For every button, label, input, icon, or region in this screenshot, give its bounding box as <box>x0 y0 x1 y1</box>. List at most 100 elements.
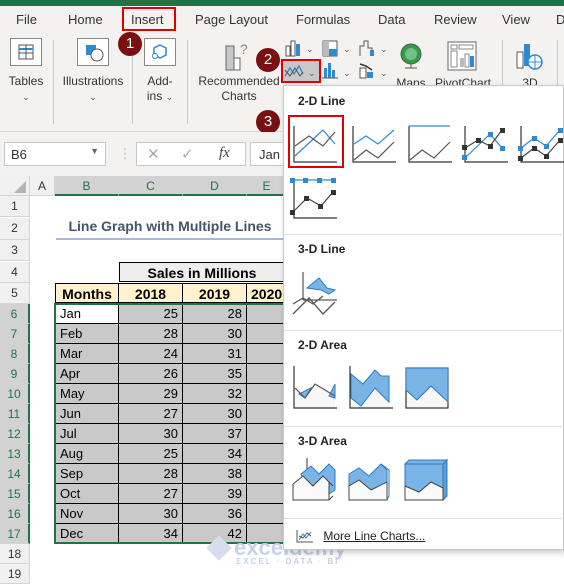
value-cell[interactable]: 38 <box>183 464 247 484</box>
header-2018[interactable]: 2018 <box>119 283 183 303</box>
month-cell[interactable]: Oct <box>55 484 119 504</box>
tab-file[interactable]: File <box>16 12 37 27</box>
value-cell[interactable] <box>247 324 285 344</box>
row-header-1[interactable]: 1 <box>0 196 30 217</box>
row-header-16[interactable]: 16 <box>0 504 30 524</box>
header-months[interactable]: Months <box>55 283 119 303</box>
area-option[interactable] <box>289 362 339 412</box>
tab-view[interactable]: View <box>502 12 530 27</box>
value-cell[interactable] <box>247 344 285 364</box>
value-cell[interactable] <box>247 304 285 324</box>
tab-data[interactable]: Data <box>378 12 405 27</box>
value-cell[interactable] <box>247 464 285 484</box>
month-cell[interactable]: Jul <box>55 424 119 444</box>
value-cell[interactable]: 28 <box>183 304 247 324</box>
recommended-charts-button[interactable]: Recommended Charts <box>196 74 282 104</box>
value-cell[interactable]: 28 <box>119 464 183 484</box>
column-header-d[interactable]: D <box>183 176 247 196</box>
100-stacked-area-option[interactable] <box>401 362 451 412</box>
month-cell[interactable]: Apr <box>55 364 119 384</box>
column-header-b[interactable]: B <box>55 176 119 196</box>
value-cell[interactable]: 25 <box>119 304 183 324</box>
more-line-charts-link[interactable]: More Line Charts... <box>296 528 425 543</box>
value-cell[interactable]: 28 <box>119 324 183 344</box>
value-cell[interactable]: 30 <box>119 424 183 444</box>
tab-formulas[interactable]: Formulas <box>296 12 350 27</box>
header-2020[interactable]: 2020 <box>247 283 285 303</box>
value-cell[interactable]: 25 <box>119 444 183 464</box>
month-cell[interactable]: Mar <box>55 344 119 364</box>
row-header-13[interactable]: 13 <box>0 444 30 464</box>
illustrations-button[interactable]: Illustrations ⌄ <box>58 74 128 105</box>
hierarchy-chart-button[interactable]: ⌄ <box>321 38 355 58</box>
value-cell[interactable] <box>247 384 285 404</box>
row-header-12[interactable]: 12 <box>0 424 30 444</box>
row-header-8[interactable]: 8 <box>0 344 30 364</box>
value-cell[interactable]: 31 <box>183 344 247 364</box>
value-cell[interactable] <box>247 404 285 424</box>
tab-developer[interactable]: D <box>556 12 564 27</box>
tab-page-layout[interactable]: Page Layout <box>195 12 268 27</box>
value-cell[interactable]: 24 <box>119 344 183 364</box>
row-header-19[interactable]: 19 <box>0 564 30 584</box>
value-cell[interactable]: 34 <box>119 524 183 544</box>
tables-button[interactable]: Tables ⌄ <box>4 74 48 105</box>
row-header-11[interactable]: 11 <box>0 404 30 424</box>
value-cell[interactable]: 29 <box>119 384 183 404</box>
select-all[interactable] <box>0 176 30 196</box>
month-cell[interactable]: Sep <box>55 464 119 484</box>
row-header-9[interactable]: 9 <box>0 364 30 384</box>
month-cell[interactable]: Jan <box>55 304 119 324</box>
waterfall-chart-button[interactable]: ⌄ <box>358 38 392 58</box>
row-header-15[interactable]: 15 <box>0 484 30 504</box>
month-cell[interactable]: Jun <box>55 404 119 424</box>
3d-area-option[interactable] <box>289 456 339 506</box>
row-header-4[interactable]: 4 <box>0 262 30 283</box>
row-header-18[interactable]: 18 <box>0 544 30 564</box>
row-header-14[interactable]: 14 <box>0 464 30 484</box>
addins-button[interactable]: Add-ins ⌄ <box>140 74 180 105</box>
value-cell[interactable]: 30 <box>119 504 183 524</box>
value-cell[interactable]: 27 <box>119 484 183 504</box>
stacked-line-markers-option[interactable] <box>516 118 564 168</box>
month-cell[interactable]: May <box>55 384 119 404</box>
100-stacked-line-markers-option[interactable] <box>289 174 339 224</box>
value-cell[interactable]: 36 <box>183 504 247 524</box>
line-with-markers-option[interactable] <box>460 118 510 168</box>
value-cell[interactable] <box>247 484 285 504</box>
enter-icon[interactable]: ✓ <box>181 145 194 163</box>
value-cell[interactable] <box>247 504 285 524</box>
header-2019[interactable]: 2019 <box>183 283 247 303</box>
value-cell[interactable] <box>247 424 285 444</box>
3d-line-option[interactable] <box>289 266 339 316</box>
stacked-area-option[interactable] <box>345 362 395 412</box>
row-header-5[interactable]: 5 <box>0 283 30 304</box>
tab-home[interactable]: Home <box>68 12 103 27</box>
row-header-10[interactable]: 10 <box>0 384 30 404</box>
3d-stacked-area-option[interactable] <box>345 456 395 506</box>
column-header-a[interactable]: A <box>30 176 55 196</box>
row-header-6[interactable]: 6 <box>0 304 30 324</box>
column-header-e[interactable]: E <box>247 176 287 196</box>
value-cell[interactable]: 34 <box>183 444 247 464</box>
month-cell[interactable]: Aug <box>55 444 119 464</box>
tab-review[interactable]: Review <box>434 12 477 27</box>
column-header-c[interactable]: C <box>119 176 183 196</box>
value-cell[interactable]: 35 <box>183 364 247 384</box>
statistic-chart-button[interactable]: ⌄ <box>321 60 355 82</box>
value-cell[interactable]: 37 <box>183 424 247 444</box>
column-chart-button[interactable]: ⌄ <box>284 38 318 58</box>
value-cell[interactable]: 30 <box>183 404 247 424</box>
value-cell[interactable]: 26 <box>119 364 183 384</box>
month-cell[interactable]: Dec <box>55 524 119 544</box>
cancel-icon[interactable]: ✕ <box>147 145 160 163</box>
row-header-2[interactable]: 2 <box>0 218 30 240</box>
value-cell[interactable] <box>247 444 285 464</box>
value-cell[interactable]: 27 <box>119 404 183 424</box>
month-cell[interactable]: Nov <box>55 504 119 524</box>
value-cell[interactable] <box>247 364 285 384</box>
row-header-7[interactable]: 7 <box>0 324 30 344</box>
group-header[interactable]: Sales in Millions <box>119 262 285 282</box>
combo-chart-button[interactable]: ⌄ <box>358 60 392 82</box>
100-stacked-line-option[interactable] <box>404 118 454 168</box>
